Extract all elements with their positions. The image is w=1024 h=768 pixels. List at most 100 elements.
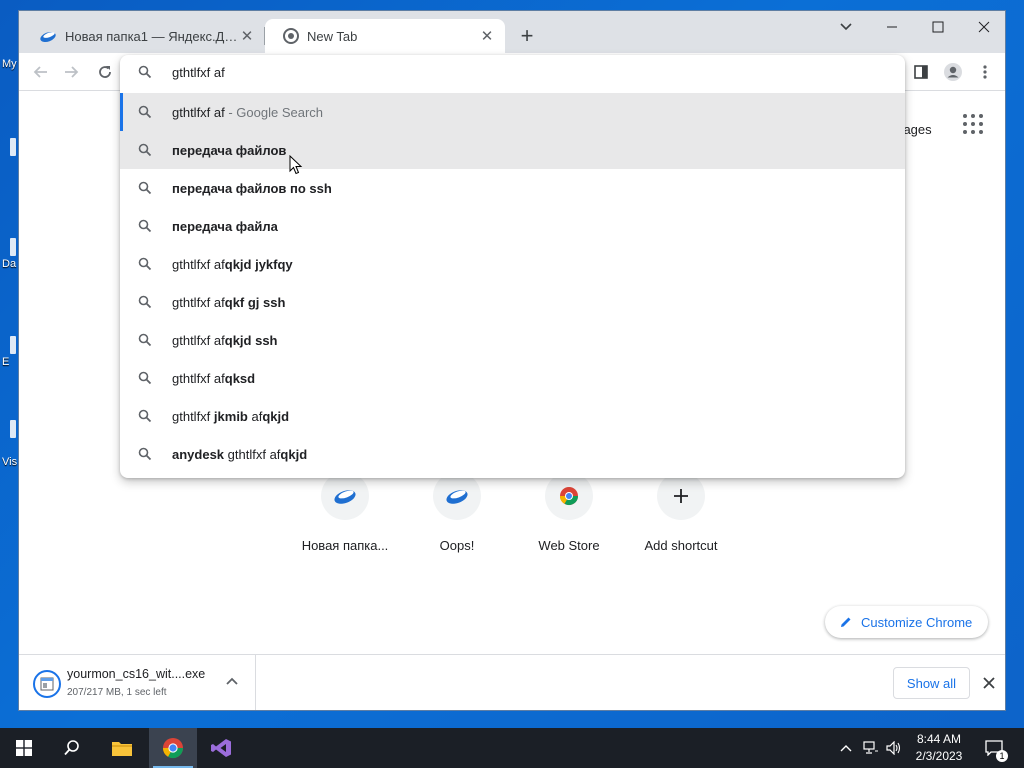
download-shelf: yourmon_cs16_wit....exe 207/217 MB, 1 se… (19, 654, 1005, 710)
suggestion-text: gthtlfxf afqkjd jykfqy (172, 257, 293, 272)
taskbar-chrome[interactable] (149, 728, 197, 768)
notification-count-badge: 1 (996, 750, 1008, 762)
start-button[interactable] (0, 728, 48, 768)
omnibox-suggestion[interactable]: gthtlfxf afqkjd ssh (120, 321, 905, 359)
shortcut-label: Web Store (538, 538, 600, 553)
omnibox-suggestion[interactable]: gthtlfxf afqkf gj ssh (120, 283, 905, 321)
search-icon (138, 219, 152, 233)
download-status: 207/217 MB, 1 sec left (67, 687, 167, 698)
google-apps-icon[interactable] (963, 114, 983, 134)
close-window-button[interactable] (961, 11, 1005, 43)
tab-title: New Tab (307, 28, 358, 44)
suggestion-text: anydesk gthtlfxf afqkjd (172, 447, 307, 462)
search-icon (138, 371, 152, 385)
omnibox-suggestion[interactable]: передача файла (120, 207, 905, 245)
add-shortcut-button[interactable]: Add shortcut (625, 472, 737, 553)
side-panel-icon (914, 65, 928, 79)
shortcut-yandex-disk-folder[interactable]: Новая папка... (289, 472, 401, 553)
omnibox-suggestion[interactable]: gthtlfxf afqksd (120, 359, 905, 397)
suggestion-text: передача файлов (172, 143, 286, 158)
omnibox-suggestion[interactable]: gthtlfxf af - Google Search (120, 93, 905, 131)
search-icon (138, 105, 152, 119)
profile-button[interactable] (941, 60, 965, 84)
tab-yandex-disk[interactable]: Новая папка1 — Яндекс.Диск ✕ (21, 19, 265, 53)
show-all-downloads-button[interactable]: Show all (893, 667, 970, 699)
show-hidden-icons-button[interactable] (836, 728, 856, 768)
suggestion-fragment: передача файлов (172, 142, 287, 158)
more-vertical-icon (983, 65, 987, 79)
search-icon (138, 181, 152, 195)
chrome-menu-button[interactable] (973, 60, 997, 84)
chrome-web-store-icon (545, 472, 593, 520)
suggestion-fragment: anydesk (172, 446, 225, 462)
desktop-icon-label-da[interactable]: Da (2, 258, 16, 270)
customize-chrome-label: Customize Chrome (861, 614, 973, 630)
suggestion-fragment: gthtlfxf af (172, 332, 225, 348)
taskbar-visual-studio[interactable] (197, 728, 245, 768)
profile-avatar-icon (944, 63, 962, 81)
windows-taskbar: 8:44 AM 2/3/2023 1 (0, 728, 1024, 768)
minimize-button[interactable] (869, 11, 915, 43)
yandex-disk-icon (433, 472, 481, 520)
plus-icon (657, 472, 705, 520)
clock-date: 2/3/2023 (915, 749, 963, 763)
suggestion-fragment: qksd (224, 370, 256, 386)
tab-title: Новая папка1 — Яндекс.Диск (65, 28, 239, 44)
suggestion-text: gthtlfxf afqkf gj ssh (172, 295, 285, 310)
desktop-icon-label-my[interactable]: My (2, 58, 17, 70)
new-tab-button[interactable]: + (515, 25, 539, 49)
taskbar-search-button[interactable] (48, 728, 96, 768)
maximize-button[interactable] (915, 11, 961, 43)
suggestion-text: передача файлов по ssh (172, 181, 332, 196)
yandex-disk-icon (321, 472, 369, 520)
network-tray-icon[interactable] (860, 728, 882, 768)
suggestion-fragment: gthtlfxf af (172, 256, 225, 272)
suggestion-text: gthtlfxf jkmib afqkjd (172, 409, 289, 424)
suggestion-text: gthtlfxf afqksd (172, 371, 255, 386)
pencil-icon (841, 617, 851, 627)
omnibox-suggestion[interactable]: gthtlfxf afqkjd jykfqy (120, 245, 905, 283)
desktop-icon[interactable] (10, 420, 16, 438)
visual-studio-icon (211, 739, 231, 757)
clock-time: 8:44 AM (916, 732, 962, 746)
close-download-shelf-icon[interactable] (979, 673, 999, 693)
action-center-button[interactable] (980, 728, 1008, 768)
desktop-icon-label-e[interactable]: E (2, 356, 9, 368)
search-icon (64, 740, 79, 756)
taskbar-clock[interactable]: 8:44 AM 2/3/2023 (900, 731, 978, 765)
search-icon (138, 65, 152, 79)
taskbar-file-explorer[interactable] (98, 728, 146, 768)
desktop-icon-label-vis[interactable]: Vis (2, 456, 17, 468)
desktop-icon[interactable] (10, 138, 16, 156)
search-icon (138, 447, 152, 461)
tab-close-icon[interactable]: ✕ (239, 28, 255, 45)
omnibox-suggestion[interactable]: передача файлов (120, 131, 905, 169)
suggestion-fragment: gthtlfxf af (224, 446, 281, 462)
windows-logo-icon (16, 740, 32, 756)
omnibox-suggestion[interactable]: gthtlfxf jkmib afqkjd (120, 397, 905, 435)
back-button[interactable] (29, 60, 53, 84)
tab-new-tab[interactable]: New Tab ✕ (265, 19, 505, 53)
desktop-icon[interactable] (10, 238, 16, 256)
search-icon (138, 257, 152, 271)
search-icon (138, 143, 152, 157)
close-icon (978, 21, 990, 33)
tab-search-button[interactable] (823, 11, 869, 43)
reload-button[interactable] (93, 60, 117, 84)
customize-chrome-button[interactable]: Customize Chrome (825, 606, 989, 638)
installer-file-icon (33, 670, 61, 698)
side-panel-button[interactable] (909, 60, 933, 84)
folder-icon (112, 742, 132, 756)
search-icon (138, 333, 152, 347)
chevron-up-icon[interactable] (223, 673, 241, 691)
address-bar-input[interactable] (172, 62, 872, 82)
tab-close-icon[interactable]: ✕ (479, 28, 495, 45)
shortcut-oops[interactable]: Oops! (401, 472, 513, 553)
download-item[interactable]: yourmon_cs16_wit....exe 207/217 MB, 1 se… (19, 655, 256, 710)
omnibox-suggestion[interactable]: передача файлов по ssh (120, 169, 905, 207)
desktop-icon[interactable] (10, 336, 16, 354)
forward-button[interactable] (59, 60, 83, 84)
suggestion-fragment: qkf gj ssh (224, 294, 286, 310)
shortcut-web-store[interactable]: Web Store (513, 472, 625, 553)
omnibox-suggestion[interactable]: anydesk gthtlfxf afqkjd (120, 435, 905, 473)
